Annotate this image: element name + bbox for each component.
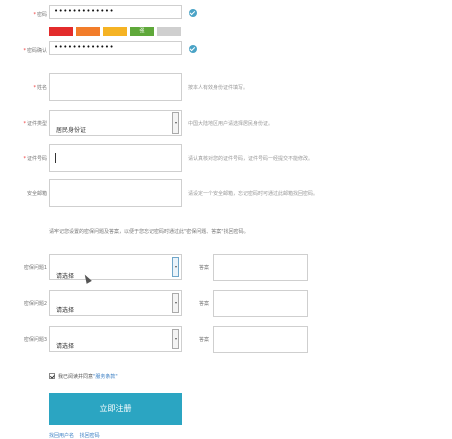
id-number-label: *证件号码 [5,155,47,162]
security-email-hint: 请设定一个安全邮箱，忘记密码时可通过此邮箱找回密码。 [188,191,319,197]
question-2-select[interactable]: 请选择 [49,290,182,316]
id-type-label-text: 证件类型 [26,121,47,127]
password-valid-icon [189,9,197,17]
password-value: ••••••••••••• [54,7,115,15]
register-button[interactable]: 立即注册 [49,393,182,425]
question-3-label-text: 密保问题3 [23,337,47,343]
required-mark: * [33,12,36,18]
security-email-label: 安全邮箱 [5,190,47,197]
text-caret [55,153,56,163]
question-1-select[interactable]: 请选择 [49,254,182,280]
question-1-answer-field[interactable] [213,254,308,281]
name-label-text: 姓名 [36,85,47,91]
find-password-link[interactable]: 找回密码 [80,433,100,439]
name-hint: 按本人有效身份证件填写。 [188,85,249,91]
agreement-checkbox[interactable] [49,373,55,379]
required-mark: * [23,156,26,162]
security-question-notice: 请牢记您设置的密保问题及答案，以便于您忘记密码时通过此"密保问题、答案"找回密码… [49,229,249,235]
strength-segment-3 [103,27,127,36]
id-number-label-text: 证件号码 [26,156,47,162]
question-3-answer-label: 答案 [199,337,210,343]
question-2-answer-field[interactable] [213,290,308,317]
name-label: *姓名 [5,84,47,91]
terms-link[interactable]: "服务条款" [93,374,118,380]
password-label: *密码 [5,11,47,18]
strength-segment-4: 强 [130,27,154,36]
security-email-field[interactable] [49,179,182,207]
strength-label: 强 [139,28,145,34]
chevron-down-icon[interactable] [172,257,179,277]
id-type-select[interactable]: 居民身份证 [49,110,182,136]
required-mark: * [33,85,36,91]
chevron-down-icon[interactable] [172,293,179,313]
chevron-down-icon[interactable] [172,329,179,349]
question-2-label-text: 密保问题2 [23,301,47,307]
password-field[interactable]: ••••••••••••• [49,5,182,19]
password-label-text: 密码 [36,12,47,18]
id-type-label: *证件类型 [5,120,47,127]
strength-segment-5 [157,27,181,36]
confirm-password-value: ••••••••••••• [54,43,115,51]
confirm-password-field[interactable]: ••••••••••••• [49,41,182,55]
required-mark: * [23,121,26,127]
required-mark: * [23,48,26,54]
question-1-label-text: 密保问题1 [23,265,47,271]
question-2-label: 密保问题2 [5,300,47,307]
question-3-select[interactable]: 请选择 [49,326,182,352]
question-3-answer-field[interactable] [213,326,308,353]
strength-segment-1 [49,27,73,36]
question-1-placeholder: 请选择 [56,273,75,280]
question-1-answer-label: 答案 [199,265,210,271]
register-button-label: 立即注册 [99,404,132,413]
chevron-down-icon[interactable] [172,112,179,134]
id-type-hint: 中国大陆地区用户请选择居民身份证。 [188,121,274,127]
id-type-value: 居民身份证 [56,127,87,134]
confirm-password-label-text: 密码确认 [26,48,47,54]
name-field[interactable] [49,73,182,101]
agreement-prefix: 我已阅读并同意 [58,374,94,380]
id-number-field[interactable] [49,144,182,172]
id-number-hint: 请认真核对您的证件号码，证件号码一经提交不能修改。 [188,156,314,162]
question-3-label: 密保问题3 [5,336,47,343]
question-2-placeholder: 请选择 [56,307,75,314]
question-3-placeholder: 请选择 [56,343,75,350]
confirm-password-valid-icon [189,45,197,53]
find-username-link[interactable]: 找回用户名 [49,433,74,439]
security-email-label-text: 安全邮箱 [26,191,47,197]
question-2-answer-label: 答案 [199,301,210,307]
strength-segment-2 [76,27,100,36]
agreement-text: 我已阅读并同意"服务条款" [58,373,118,380]
question-1-label: 密保问题1 [5,264,47,271]
confirm-password-label: *密码确认 [5,47,47,54]
